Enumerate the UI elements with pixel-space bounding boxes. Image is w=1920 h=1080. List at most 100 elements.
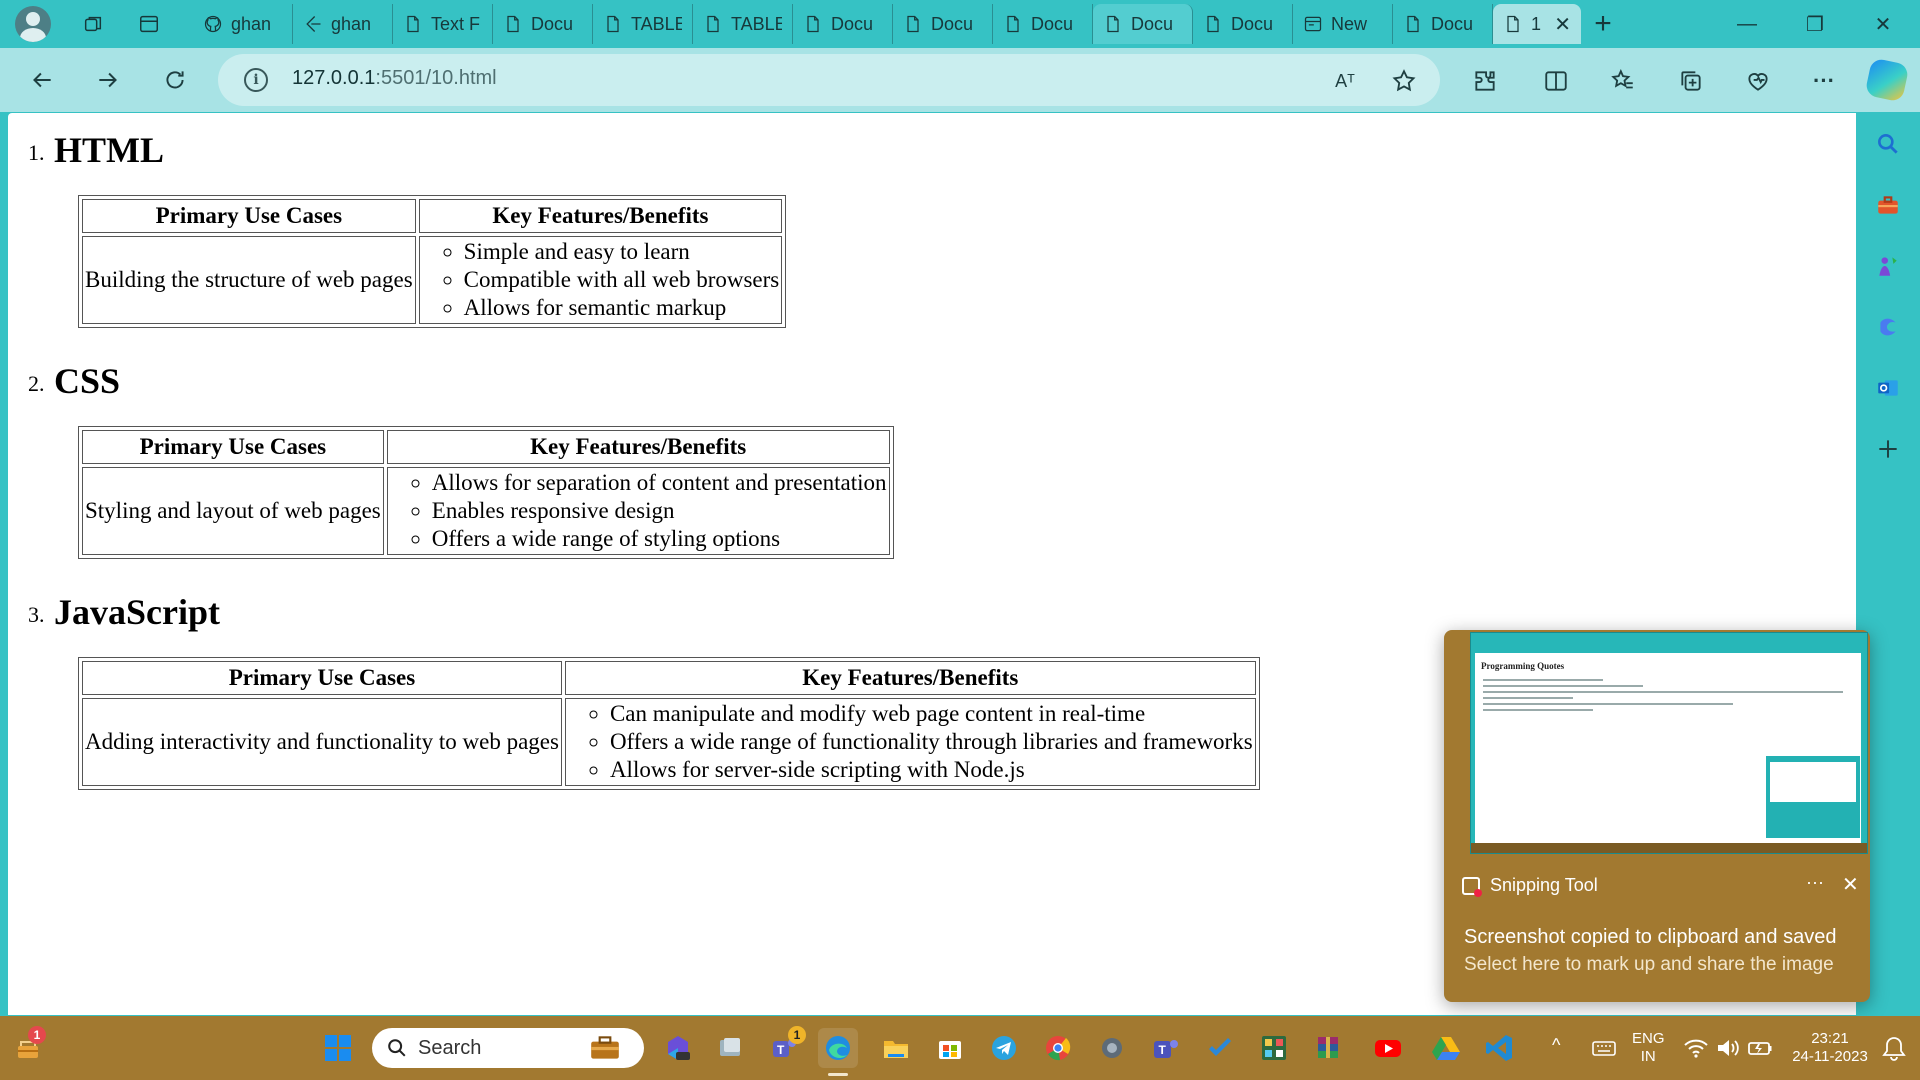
favorites-icon[interactable] bbox=[1608, 66, 1638, 96]
page-icon bbox=[507, 15, 519, 33]
search-placeholder: Search bbox=[418, 1036, 482, 1059]
keyboard-icon[interactable] bbox=[1584, 1028, 1624, 1068]
back-button[interactable] bbox=[22, 60, 62, 100]
microsoft-365-icon[interactable] bbox=[658, 1028, 698, 1068]
games-icon[interactable] bbox=[1872, 250, 1904, 282]
google-drive-icon[interactable] bbox=[1426, 1028, 1466, 1068]
vscode-icon[interactable] bbox=[1480, 1028, 1520, 1068]
list-number: 3. bbox=[28, 602, 45, 627]
search-icon bbox=[388, 1039, 406, 1057]
photos-icon[interactable] bbox=[710, 1028, 750, 1068]
maximize-button[interactable]: ❐ bbox=[1782, 0, 1848, 48]
workspaces-icon[interactable] bbox=[71, 4, 115, 44]
tab-github-2[interactable]: ghan bbox=[293, 4, 393, 44]
youtube-icon[interactable] bbox=[1368, 1028, 1408, 1068]
add-sidebar-app-icon[interactable] bbox=[1872, 433, 1904, 465]
section-heading: JavaScript bbox=[54, 592, 220, 632]
more-options-icon[interactable]: ··· bbox=[1809, 66, 1839, 96]
start-button[interactable] bbox=[318, 1028, 358, 1068]
list-item: Offers a wide range of styling options bbox=[432, 525, 887, 553]
column-header: Primary Use Cases bbox=[82, 199, 416, 233]
show-hidden-icons-button[interactable]: ^ bbox=[1552, 1036, 1560, 1054]
table-row: Styling and layout of web pages Allows f… bbox=[82, 467, 890, 555]
refresh-button[interactable] bbox=[155, 60, 195, 100]
search-icon[interactable] bbox=[1872, 128, 1904, 160]
chrome-icon[interactable] bbox=[1038, 1028, 1078, 1068]
notification-center-icon[interactable] bbox=[1874, 1028, 1914, 1068]
vertical-tabs-icon[interactable] bbox=[127, 4, 171, 44]
close-tab-icon[interactable]: ✕ bbox=[1554, 12, 1571, 37]
calculator-app-icon[interactable] bbox=[1254, 1028, 1294, 1068]
snipping-tool-notification[interactable]: Programming Quotes Snipping Tool ··· ✕ S… bbox=[1444, 630, 1870, 1002]
tab-label: Docu bbox=[531, 13, 574, 34]
read-aloud-icon[interactable]: Aᵀ bbox=[1330, 66, 1360, 96]
tab-label: ghan bbox=[331, 13, 372, 34]
section-heading: HTML bbox=[54, 130, 165, 170]
settings-icon[interactable] bbox=[1092, 1028, 1132, 1068]
favorite-star-icon[interactable] bbox=[1389, 66, 1419, 96]
minimize-button[interactable]: — bbox=[1714, 0, 1780, 48]
thumbnail-line bbox=[1483, 697, 1573, 699]
copilot-sidebar-icon[interactable] bbox=[1872, 311, 1904, 343]
telegram-icon[interactable] bbox=[984, 1028, 1024, 1068]
tab-document[interactable]: Docu bbox=[893, 4, 993, 44]
tab-document[interactable]: Docu bbox=[493, 4, 593, 44]
edge-icon[interactable] bbox=[818, 1028, 858, 1068]
todo-icon[interactable] bbox=[1200, 1028, 1240, 1068]
tab-document[interactable]: Docu bbox=[1193, 4, 1293, 44]
tab-active[interactable]: 1 ✕ bbox=[1493, 4, 1581, 44]
notification-header: Snipping Tool bbox=[1462, 875, 1598, 897]
winrar-icon[interactable] bbox=[1308, 1028, 1348, 1068]
collections-icon[interactable] bbox=[1676, 66, 1706, 96]
list-item: Simple and easy to learn bbox=[464, 238, 780, 266]
thumbnail-line bbox=[1483, 709, 1593, 711]
microsoft-store-icon[interactable] bbox=[930, 1028, 970, 1068]
profile-avatar[interactable] bbox=[15, 6, 51, 42]
url-text[interactable]: 127.0.0.1:5501/10.html bbox=[292, 67, 497, 90]
site-info-icon[interactable]: i bbox=[244, 68, 268, 92]
use-case-cell: Adding interactivity and functionality t… bbox=[82, 698, 562, 786]
copilot-icon[interactable] bbox=[1864, 57, 1910, 103]
github-icon bbox=[204, 15, 222, 33]
url-path: :5501/10.html bbox=[375, 67, 497, 89]
tab-new[interactable]: New bbox=[1293, 4, 1393, 44]
extensions-icon[interactable] bbox=[1470, 66, 1500, 96]
table-row: Adding interactivity and functionality t… bbox=[82, 698, 1256, 786]
language-indicator[interactable]: ENG IN bbox=[1632, 1030, 1665, 1066]
active-app-indicator bbox=[828, 1073, 848, 1076]
tab-document-hovered[interactable]: Docu bbox=[1093, 4, 1193, 44]
list-number: 2. bbox=[28, 371, 45, 396]
taskbar-search[interactable]: Search bbox=[372, 1028, 644, 1068]
outlook-icon[interactable] bbox=[1872, 372, 1904, 404]
clock[interactable]: 23:21 24-11-2023 bbox=[1780, 1030, 1880, 1066]
page-icon bbox=[907, 15, 919, 33]
page-icon bbox=[607, 15, 619, 33]
tab-github-1[interactable]: ghan bbox=[193, 4, 293, 44]
new-tab-button[interactable]: + bbox=[1581, 4, 1625, 44]
battery-icon[interactable] bbox=[1740, 1028, 1780, 1068]
tab-label: Text F bbox=[431, 13, 481, 34]
notification-close-button[interactable]: ✕ bbox=[1842, 872, 1859, 897]
tab-table-1[interactable]: TABLE bbox=[593, 4, 693, 44]
close-window-button[interactable]: ✕ bbox=[1850, 0, 1916, 48]
notification-more-button[interactable]: ··· bbox=[1806, 872, 1824, 893]
tab-document[interactable]: Docu bbox=[993, 4, 1093, 44]
teams-work-icon[interactable]: T bbox=[1146, 1028, 1186, 1068]
screenshot-thumbnail[interactable]: Programming Quotes bbox=[1470, 632, 1868, 854]
tab-table-2[interactable]: TABLE bbox=[693, 4, 793, 44]
tools-icon[interactable] bbox=[1872, 189, 1904, 221]
list-item: Compatible with all web browsers bbox=[464, 266, 780, 294]
tab-document[interactable]: Docu bbox=[1393, 4, 1493, 44]
table-header-row: Primary Use Cases Key Features/Benefits bbox=[82, 430, 890, 464]
forward-button[interactable] bbox=[88, 60, 128, 100]
tab-text[interactable]: Text F bbox=[393, 4, 493, 44]
tab-document[interactable]: Docu bbox=[793, 4, 893, 44]
list-item: Enables responsive design bbox=[432, 497, 887, 525]
tab-label: New bbox=[1331, 13, 1368, 34]
dev-icon bbox=[306, 16, 321, 32]
page-icon bbox=[1407, 15, 1419, 33]
tab-label: 1 bbox=[1531, 13, 1542, 34]
file-explorer-icon[interactable] bbox=[876, 1028, 916, 1068]
split-screen-icon[interactable] bbox=[1541, 66, 1571, 96]
browser-essentials-icon[interactable] bbox=[1743, 66, 1773, 96]
